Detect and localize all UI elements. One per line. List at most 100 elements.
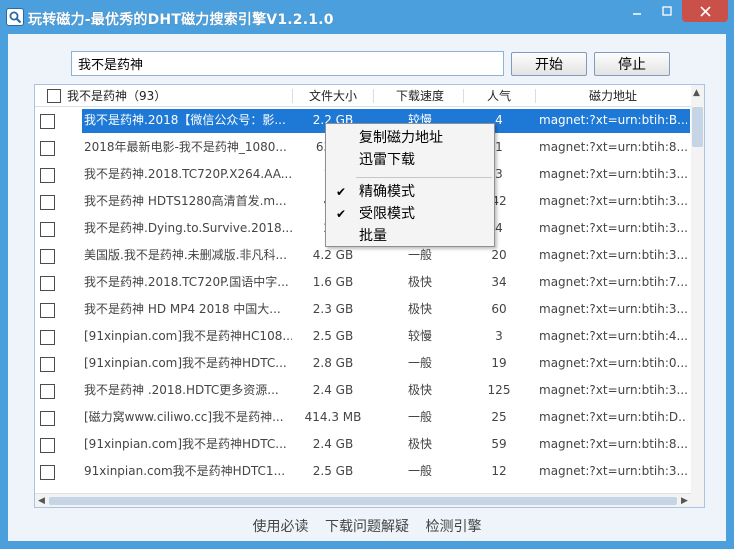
row-magnet-link: magnet:?xt=urn:btih:3...	[539, 302, 687, 316]
row-popularity: 125	[487, 383, 511, 397]
search-input[interactable]	[71, 51, 504, 76]
row-download-speed: 一般	[407, 410, 432, 424]
horizontal-scrollbar[interactable]: ◀ ▶	[35, 493, 693, 507]
column-divider[interactable]	[292, 89, 293, 103]
row-magnet-link: magnet:?xt=urn:btih:3...	[539, 383, 687, 397]
row-file-name: 2018年最新电影-我不是药神_1080...	[84, 140, 287, 154]
vertical-scroll-thumb[interactable]	[692, 107, 703, 147]
row-file-name: 我不是药神.2018.TC720P.国语中字...	[84, 275, 289, 289]
client-area: 开始 停止 我不是药神（93） 文件大小 下载速度 人气 磁力地址 我不是药神.…	[8, 34, 726, 541]
checkmark-icon: ✔	[336, 207, 347, 221]
row-file-name: 91xinpian.com我不是药神HDTC1...	[84, 464, 286, 478]
row-magnet-link: magnet:?xt=urn:btih:8...	[539, 437, 687, 451]
row-file-size: 414.3 MB	[304, 410, 362, 424]
menu-item-batch[interactable]: 批量	[326, 225, 494, 247]
row-magnet-link: magnet:?xt=urn:btih:3...	[539, 221, 687, 235]
menu-item-label: 精确模式	[359, 184, 415, 200]
row-popularity: 59	[491, 437, 507, 451]
scroll-left-arrow-icon[interactable]: ◀	[38, 495, 45, 507]
footer-link-download-faq[interactable]: 下载问题解疑	[325, 516, 409, 536]
row-checkbox[interactable]	[40, 330, 55, 345]
row-download-speed: 较慢	[407, 329, 432, 343]
row-checkbox[interactable]	[40, 411, 55, 426]
close-button[interactable]	[682, 0, 728, 22]
title-bar[interactable]: 玩转磁力-最优秀的DHT磁力搜索引擎V1.2.1.0	[0, 0, 734, 34]
column-header-popularity[interactable]: 人气	[465, 85, 533, 107]
row-checkbox[interactable]	[40, 276, 55, 291]
row-popularity: 34	[491, 275, 507, 289]
row-file-name: 我不是药神 HDTS1280高清首发.m...	[84, 194, 287, 208]
footer-link-check-engine[interactable]: 检测引擎	[425, 516, 481, 536]
horizontal-scroll-thumb[interactable]	[49, 497, 677, 505]
minimize-button[interactable]	[622, 0, 652, 22]
menu-item-label: 迅雷下载	[359, 152, 415, 168]
row-magnet-link: magnet:?xt=urn:btih:3...	[539, 167, 687, 181]
table-row[interactable]: [91xinpian.com]我不是药神HDTC... 2.8 GB 一般 19 mag…	[35, 350, 693, 377]
row-file-size: 1.6 GB	[312, 275, 354, 289]
row-download-speed: 极快	[407, 437, 432, 451]
row-download-speed: 一般	[407, 356, 432, 370]
row-file-name: 我不是药神 .2018.HDTC更多资源...	[84, 383, 279, 397]
footer-link-usage-guide[interactable]: 使用必读	[253, 516, 309, 536]
row-popularity: 60	[491, 302, 507, 316]
context-menu: 复制磁力地址 迅雷下载 ✔ 精确模式 ✔ 受限模式 批量	[325, 123, 495, 247]
table-row[interactable]: 我不是药神.2018.TC720P.国语中字... 1.6 GB 极快 34 magne…	[35, 269, 693, 296]
row-checkbox[interactable]	[40, 438, 55, 453]
select-all-checkbox[interactable]	[47, 89, 61, 103]
row-magnet-link: magnet:?xt=urn:btih:4...	[539, 329, 687, 343]
row-checkbox[interactable]	[40, 168, 55, 183]
row-file-name: [91xinpian.com]我不是药神HDTC...	[84, 437, 287, 451]
table-row[interactable]: 91xinpian.com我不是药神HDTC1... 2.5 GB 一般 12 magn…	[35, 458, 693, 485]
menu-item-copy-magnet[interactable]: 复制磁力地址	[326, 127, 494, 149]
row-file-size: 2.4 GB	[312, 437, 354, 451]
row-checkbox[interactable]	[40, 114, 55, 129]
scroll-right-arrow-icon[interactable]: ▶	[681, 495, 688, 507]
row-checkbox[interactable]	[40, 141, 55, 156]
row-checkbox[interactable]	[40, 303, 55, 318]
row-file-name: 美国版.我不是药神.未删减版.非凡科...	[84, 248, 287, 262]
row-download-speed: 极快	[407, 302, 432, 316]
column-header-size[interactable]: 文件大小	[297, 85, 369, 107]
row-file-size: 2.3 GB	[312, 302, 354, 316]
menu-item-thunder-download[interactable]: 迅雷下载	[326, 149, 494, 171]
row-checkbox[interactable]	[40, 195, 55, 210]
stop-button[interactable]: 停止	[594, 52, 670, 76]
table-row[interactable]: [91xinpian.com]我不是药神HC108... 2.5 GB 较慢 3 mag…	[35, 323, 693, 350]
row-file-name: 我不是药神.Dying.to.Survive.2018....	[84, 221, 292, 235]
row-popularity: 25	[491, 410, 507, 424]
column-divider[interactable]	[535, 89, 536, 103]
menu-item-restricted-mode[interactable]: ✔ 受限模式	[326, 203, 494, 225]
table-row[interactable]: 我不是药神 HD MP4 2018 中国大... 2.3 GB 极快 60 magnet…	[35, 296, 693, 323]
table-row[interactable]: 我不是药神 .2018.HDTC更多资源... 2.4 GB 极快 125 magnet…	[35, 377, 693, 404]
table-row[interactable]: [91xinpian.com]我不是药神HDTC... 2.4 GB 极快 59 mag…	[35, 431, 693, 458]
column-header-magnet[interactable]: 磁力地址	[539, 85, 687, 107]
column-header-speed[interactable]: 下载速度	[380, 85, 460, 107]
scroll-up-arrow-icon[interactable]: ▲	[693, 87, 700, 99]
row-magnet-link: magnet:?xt=urn:btih:D...	[539, 410, 687, 424]
menu-item-label: 批量	[359, 228, 387, 244]
row-checkbox[interactable]	[40, 357, 55, 372]
vertical-scrollbar[interactable]: ▲	[691, 85, 704, 494]
row-file-name: 我不是药神.2018.TC720P.X264.AA...	[84, 167, 292, 181]
menu-item-precise-mode[interactable]: ✔ 精确模式	[326, 181, 494, 203]
start-button[interactable]: 开始	[511, 52, 587, 76]
footer-links: 使用必读 下载问题解疑 检测引擎	[8, 516, 726, 536]
column-header-name[interactable]: 我不是药神（93）	[67, 85, 166, 107]
maximize-icon	[662, 6, 672, 16]
row-file-name: 我不是药神 HD MP4 2018 中国大...	[84, 302, 281, 316]
row-checkbox[interactable]	[40, 222, 55, 237]
row-popularity: 19	[491, 356, 507, 370]
row-checkbox[interactable]	[40, 465, 55, 480]
app-magnet-search-icon	[6, 8, 24, 26]
row-file-size: 2.5 GB	[312, 329, 354, 343]
column-divider[interactable]	[463, 89, 464, 103]
row-magnet-link: magnet:?xt=urn:btih:3...	[539, 248, 687, 262]
menu-separator	[356, 177, 492, 178]
row-magnet-link: magnet:?xt=urn:btih:3...	[539, 464, 687, 478]
maximize-button[interactable]	[652, 0, 682, 22]
table-row[interactable]: [磁力窝www.ciliwo.cc]我不是药神... 414.3 MB 一般 25 ma…	[35, 404, 693, 431]
row-checkbox[interactable]	[40, 384, 55, 399]
row-checkbox[interactable]	[40, 249, 55, 264]
column-divider[interactable]	[373, 89, 374, 103]
checkmark-icon: ✔	[336, 185, 347, 199]
